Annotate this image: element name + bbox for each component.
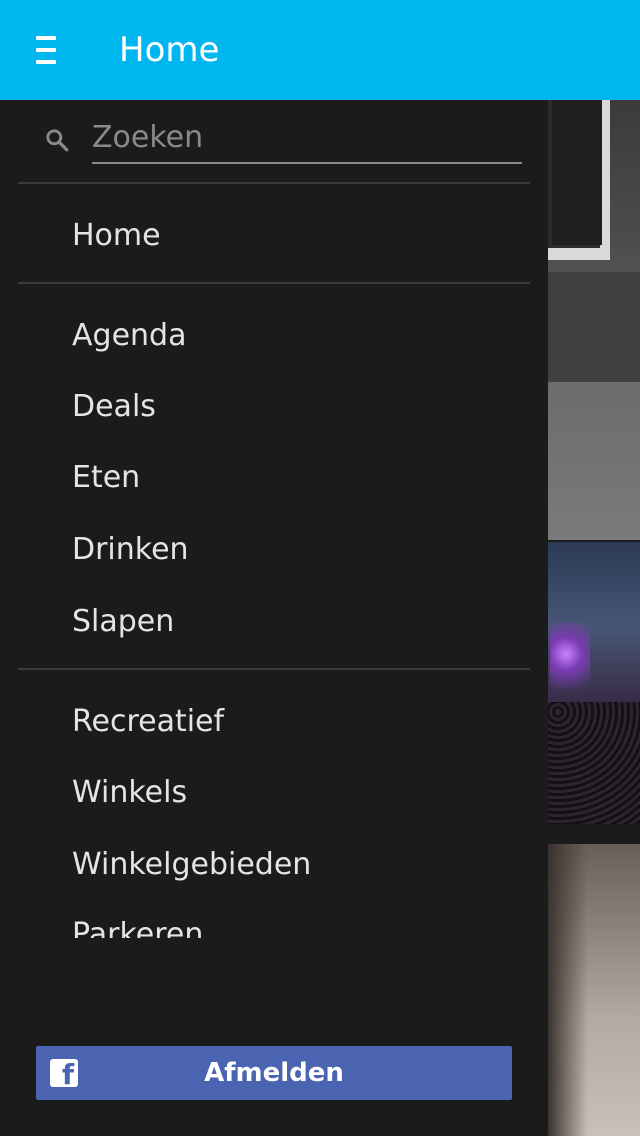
nav-item-eten[interactable]: Eten (72, 458, 140, 498)
nav-list: Home Agenda Deals Eten Drinken Slapen Re… (0, 100, 548, 938)
nav-item-slapen[interactable]: Slapen (72, 602, 174, 642)
app-bar: Home (0, 0, 640, 100)
page-title: Home (119, 30, 220, 70)
background-content (548, 100, 640, 1136)
divider (18, 668, 530, 670)
facebook-button-label: Afmelden (204, 1058, 344, 1088)
background-image-food (548, 844, 640, 1136)
facebook-icon: f (50, 1059, 78, 1089)
hamburger-menu-icon[interactable] (36, 36, 56, 64)
nav-item-winkels[interactable]: Winkels (72, 773, 187, 813)
navigation-drawer: Home Agenda Deals Eten Drinken Slapen Re… (0, 100, 548, 1136)
nav-item-drinken[interactable]: Drinken (72, 530, 189, 570)
nav-item-deals[interactable]: Deals (72, 387, 156, 427)
nav-item-recreatief[interactable]: Recreatief (72, 702, 224, 742)
background-image-concert (548, 542, 640, 824)
nav-item-winkelgebieden[interactable]: Winkelgebieden (72, 845, 311, 885)
divider (18, 282, 530, 284)
nav-item-parkeren[interactable]: Parkeren (72, 915, 203, 938)
facebook-logout-button[interactable]: f Afmelden (36, 1046, 512, 1100)
background-image-building (548, 100, 640, 540)
nav-item-home[interactable]: Home (72, 216, 161, 256)
nav-item-agenda[interactable]: Agenda (72, 316, 186, 356)
